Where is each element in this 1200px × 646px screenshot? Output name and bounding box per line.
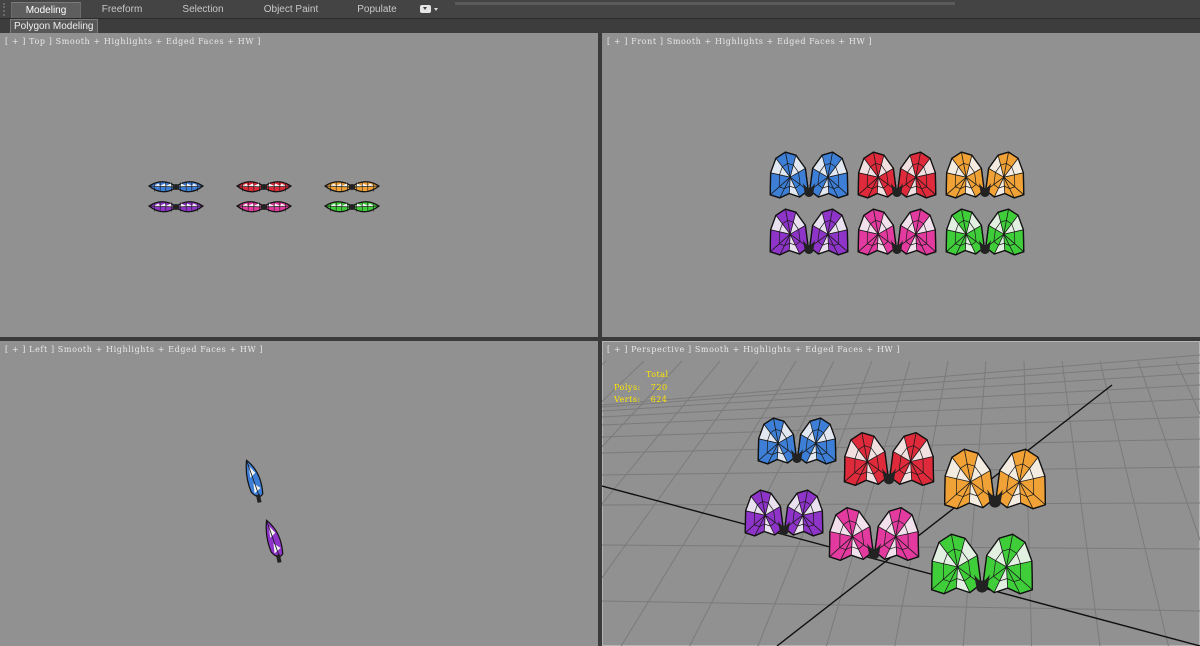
tab-populate[interactable]: Populate bbox=[346, 2, 408, 18]
bow-blue-left[interactable] bbox=[243, 458, 265, 504]
bow-red-perspective[interactable] bbox=[843, 431, 935, 487]
bow-purple-top[interactable] bbox=[147, 201, 205, 213]
subtab-polygon-modeling[interactable]: Polygon Modeling bbox=[10, 19, 98, 33]
bow-purple-front[interactable] bbox=[769, 208, 849, 256]
bow-pink-top[interactable] bbox=[235, 201, 293, 213]
stats-verts-label: Verts: bbox=[614, 395, 641, 404]
viewport-left-canvas bbox=[243, 458, 285, 564]
bow-green-front[interactable] bbox=[945, 208, 1025, 256]
bow-red-front[interactable] bbox=[857, 151, 937, 199]
bow-purple-perspective[interactable] bbox=[744, 489, 824, 537]
bow-blue-front[interactable] bbox=[769, 151, 849, 199]
viewport-perspective-canvas bbox=[602, 354, 1200, 646]
bow-purple-left[interactable] bbox=[263, 518, 285, 564]
viewport-front-canvas bbox=[769, 151, 1025, 256]
stats-polys-label: Polys: bbox=[614, 382, 641, 392]
stats-polys-row: Polys: 720 bbox=[614, 382, 669, 395]
viewport-top-canvas bbox=[147, 181, 381, 213]
stats-header: Total bbox=[646, 370, 669, 379]
viewport-perspective[interactable]: [ + ] Perspective ] Smooth + Highlights … bbox=[602, 341, 1200, 646]
tab-object-paint[interactable]: Object Paint bbox=[252, 2, 330, 18]
ribbon-divider bbox=[455, 2, 955, 5]
bow-pink-perspective[interactable] bbox=[828, 506, 920, 562]
bow-green-top[interactable] bbox=[323, 201, 381, 213]
ribbon-tab-bar: Modeling Freeform Selection Object Paint… bbox=[0, 0, 1200, 19]
stats-polys-value: 720 bbox=[650, 382, 668, 392]
viewport-left[interactable]: [ + ] Left ] Smooth + Highlights + Edged… bbox=[0, 341, 598, 646]
tab-selection[interactable]: Selection bbox=[170, 2, 236, 18]
stats-verts-value: 624 bbox=[650, 395, 668, 404]
bow-orange-top[interactable] bbox=[323, 181, 381, 193]
chevron-down-icon bbox=[434, 7, 438, 11]
ribbon-grip-handle[interactable] bbox=[3, 3, 7, 16]
viewport-top[interactable]: [ + ] Top ] Smooth + Highlights + Edged … bbox=[0, 33, 598, 337]
bow-orange-front[interactable] bbox=[945, 151, 1025, 199]
bow-orange-perspective[interactable] bbox=[943, 448, 1047, 510]
bow-pink-front[interactable] bbox=[857, 208, 937, 256]
tab-modeling[interactable]: Modeling bbox=[11, 2, 81, 18]
bow-green-perspective[interactable] bbox=[930, 533, 1034, 595]
ribbon-options-icon bbox=[420, 5, 431, 13]
viewport-front[interactable]: [ + ] Front ] Smooth + Highlights + Edge… bbox=[602, 33, 1200, 337]
ribbon-options-dropdown[interactable] bbox=[420, 3, 442, 15]
stats-verts-row: Verts: 624 bbox=[614, 394, 669, 407]
statistics-overlay: Total Polys: 720 Verts: 624 bbox=[614, 369, 669, 407]
perspective-grid bbox=[602, 354, 1200, 646]
viewport-label-perspective[interactable]: [ + ] Perspective ] Smooth + Highlights … bbox=[607, 345, 900, 354]
bow-red-top[interactable] bbox=[235, 181, 293, 193]
tab-freeform[interactable]: Freeform bbox=[88, 2, 156, 18]
sub-ribbon: Polygon Modeling bbox=[0, 19, 1200, 33]
bow-blue-perspective[interactable] bbox=[757, 417, 837, 465]
bow-blue-top[interactable] bbox=[147, 181, 205, 193]
